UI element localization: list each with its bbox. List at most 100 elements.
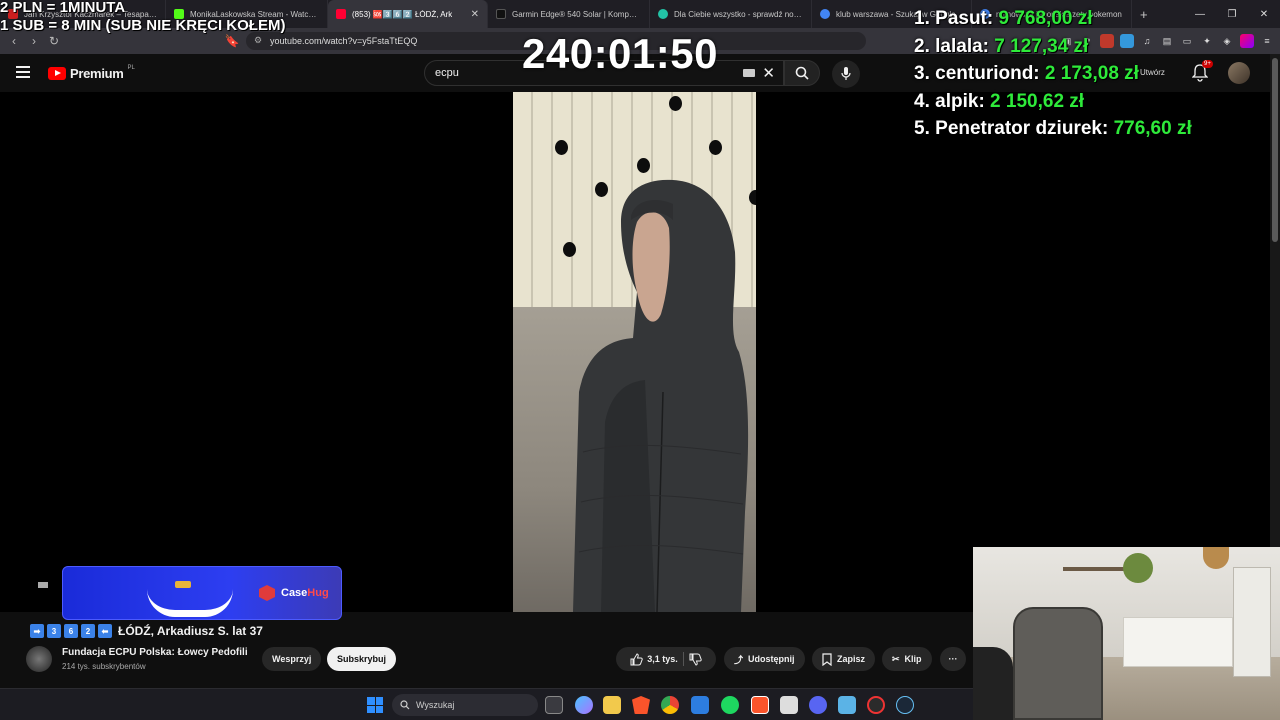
calculator-icon[interactable] (780, 696, 798, 714)
task-view-icon[interactable] (545, 696, 563, 714)
leaderboard-amount: 776,60 zł (1113, 118, 1192, 139)
clip-button[interactable]: ✂ Klip (882, 647, 932, 671)
support-button[interactable]: Wesprzyj (262, 647, 322, 671)
tab-title: (853) 🆘3️⃣6️⃣2️⃣ ŁÓDŹ, Ark (352, 9, 453, 19)
chrome-icon[interactable] (661, 696, 679, 714)
leaderboard-rank: 5. (914, 118, 930, 139)
subscriber-count: 214 tys. subskrybentów (62, 662, 146, 671)
leaderboard-name: alpik: (935, 90, 985, 112)
webcam-chair (1013, 607, 1103, 720)
windows-start-icon[interactable] (367, 697, 383, 713)
leaderboard-name: lalala: (935, 35, 990, 57)
taskbar-search[interactable]: Wyszukaj (392, 694, 538, 716)
webcam-plant (1123, 553, 1153, 583)
bookmark-icon[interactable]: 🔖 (222, 31, 242, 51)
notifications-button[interactable]: 9+ (1191, 60, 1213, 82)
notification-badge: 9+ (1202, 60, 1213, 68)
webcam-mic-arm (973, 647, 1013, 720)
clip-label: Klip (904, 654, 922, 664)
microphone-icon (841, 67, 851, 80)
title-emoji: ⬅ (98, 624, 112, 638)
back-icon[interactable]: ‹ (4, 31, 24, 51)
browser-tab[interactable]: Dla Ciebie wszystko - sprawdź nowe (650, 0, 812, 28)
video-title: ➡ 3 6 2 ⬅ ŁÓDŹ, Arkadiusz S. lat 37 (30, 622, 263, 640)
leaderboard-row: 1. Pasut: 9 768,00 zł (914, 8, 1192, 36)
donation-leaderboard: 1. Pasut: 9 768,00 zł 2. lalala: 7 127,3… (914, 8, 1192, 146)
leaderboard-amount: 7 127,34 zł (994, 35, 1089, 57)
youtube-premium-logo[interactable]: Premium PL (48, 65, 135, 81)
channel-name[interactable]: Fundacja ECPU Polska: Łowcy Pedofili (62, 647, 248, 658)
save-bookmark-icon (822, 652, 832, 666)
like-dislike-group: 3,1 tys. (616, 647, 716, 671)
maximize-icon[interactable]: ❐ (1216, 0, 1248, 28)
steam-icon[interactable] (896, 696, 914, 714)
search-button[interactable] (784, 60, 820, 86)
site-info-icon[interactable]: ⚙ (254, 35, 262, 46)
account-avatar[interactable] (1228, 62, 1250, 84)
like-button[interactable]: 3,1 tys. (630, 652, 678, 666)
more-actions-button[interactable]: ··· (940, 647, 966, 671)
person-in-hoodie (573, 179, 749, 612)
window-controls: — ❐ ✕ (1184, 0, 1280, 28)
hamburger-menu-icon[interactable] (16, 66, 30, 78)
casehug-logo: CaseHug (259, 585, 329, 601)
tab-favicon (820, 9, 830, 19)
leaderboard-row: 3. centuriond: 2 173,08 zł (914, 63, 1192, 91)
donation-rule-2: 1 SUB = 8 MIN (SUB NIE KRĘCI KOŁEM) (0, 17, 286, 34)
channel-avatar[interactable] (26, 646, 52, 672)
swoosh-graphic (147, 589, 233, 617)
discord-icon[interactable] (809, 696, 827, 714)
tab-favicon (336, 9, 346, 19)
tab-title: Dla Ciebie wszystko - sprawdź nowe (674, 9, 803, 19)
brave-browser-icon[interactable] (632, 696, 650, 714)
taskbar-search-icon (400, 700, 410, 710)
casehug-hex-icon (259, 585, 275, 601)
logo-text: Premium (70, 66, 124, 81)
leaderboard-name: centuriond: (935, 63, 1040, 84)
streamer-webcam (973, 547, 1280, 720)
browser-tab[interactable]: Garmin Edge® 540 Solar | Komputery (488, 0, 650, 28)
title-emoji: ➡ (30, 624, 44, 638)
video-player[interactable] (0, 92, 1270, 612)
brand-part-b: Hug (307, 587, 329, 599)
save-button[interactable]: Zapisz (812, 647, 876, 671)
title-emoji: 6 (64, 624, 78, 638)
close-tab-icon[interactable]: ✕ (471, 9, 479, 20)
share-button[interactable]: ⤴ Udostępnij (724, 647, 805, 671)
subscribe-button[interactable]: Subskrybuj (327, 647, 397, 671)
menu-icon[interactable]: ≡ (1260, 34, 1274, 48)
video-frame[interactable] (513, 92, 756, 612)
donation-rule-1: 2 PLN = 1MINUTA (0, 0, 126, 16)
search-value: ecpu (435, 67, 459, 79)
save-label: Zapisz (837, 654, 866, 664)
file-explorer-icon[interactable] (603, 696, 621, 714)
tab-title: Garmin Edge® 540 Solar | Komputery (512, 9, 641, 19)
voice-search-button[interactable] (832, 60, 860, 88)
brave-active-icon[interactable] (751, 696, 769, 714)
gold-bar-graphic (175, 581, 191, 588)
keyboard-icon[interactable] (743, 69, 755, 77)
obs-icon[interactable] (867, 696, 885, 714)
clear-search-icon[interactable]: ✕ (762, 64, 775, 82)
close-window-icon[interactable]: ✕ (1248, 0, 1280, 28)
store-icon[interactable] (691, 696, 709, 714)
ai-icon[interactable]: ✦ (1200, 34, 1214, 48)
profile-icon[interactable] (1240, 34, 1254, 48)
spotify-icon[interactable] (721, 696, 739, 714)
tab-favicon (496, 9, 506, 19)
scrollbar-thumb[interactable] (1272, 58, 1278, 242)
title-emoji: 2 (81, 624, 95, 638)
browser-tab-active[interactable]: (853) 🆘3️⃣6️⃣2️⃣ ŁÓDŹ, Ark ✕ (328, 0, 488, 28)
windows-taskbar: Wyszukaj (0, 688, 973, 720)
thumbs-down-icon[interactable] (689, 653, 702, 666)
share-label: Udostępnij (748, 654, 795, 664)
video-title-text: ŁÓDŹ, Arkadiusz S. lat 37 (118, 624, 263, 638)
copilot-icon[interactable] (575, 696, 593, 714)
webcam-cabinet (1233, 567, 1271, 677)
like-divider (682, 652, 684, 666)
forward-icon[interactable]: › (24, 31, 44, 51)
vpn-icon[interactable]: ◈ (1220, 34, 1234, 48)
leaderboard-amount: 2 150,62 zł (990, 90, 1085, 112)
reload-icon[interactable]: ↻ (44, 31, 64, 51)
notepad-icon[interactable] (838, 696, 856, 714)
